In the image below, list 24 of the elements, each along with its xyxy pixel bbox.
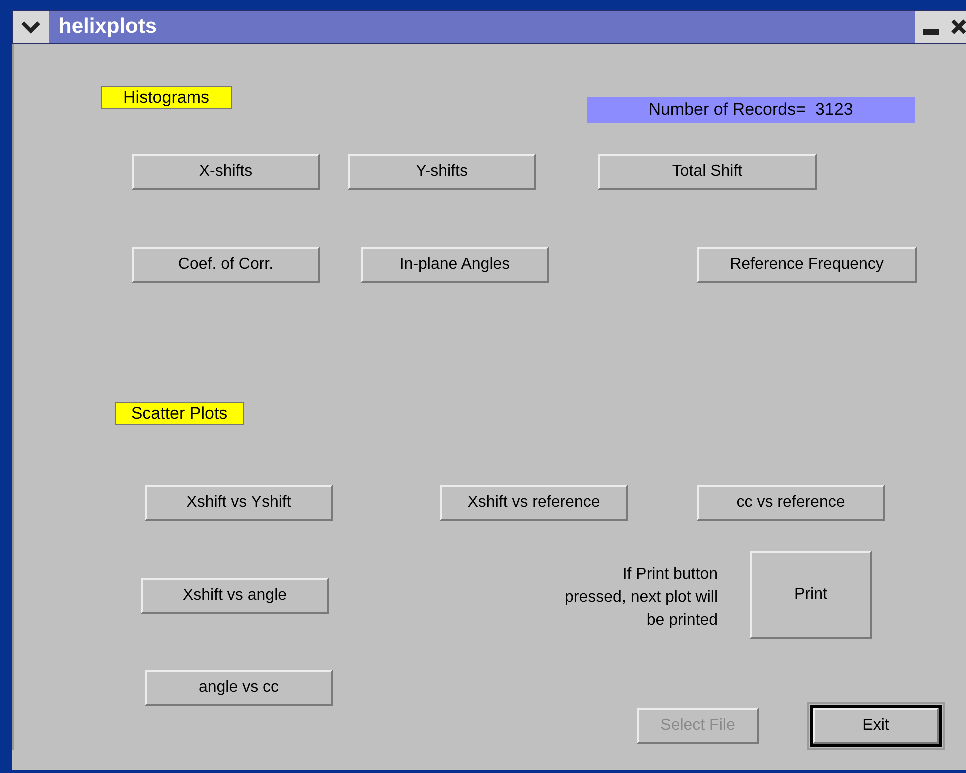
close-button[interactable]	[947, 11, 966, 43]
window-title: helixplots	[58, 14, 158, 40]
chevron-down-icon	[21, 20, 41, 34]
plot-button[interactable]: In-plane Angles	[361, 247, 549, 283]
plot-button[interactable]: cc vs reference	[697, 485, 885, 521]
window-menu-button[interactable]	[13, 11, 49, 43]
plot-button[interactable]: Xshift vs angle	[141, 578, 329, 614]
record-count: Number of Records= 3123	[587, 97, 915, 123]
exit-button[interactable]: Exit	[813, 708, 939, 744]
minimize-button[interactable]	[915, 11, 947, 43]
plot-button[interactable]: Xshift vs reference	[440, 485, 628, 521]
section-label: Histograms	[101, 86, 232, 109]
print-button[interactable]: Print	[750, 551, 872, 639]
plot-button[interactable]: X-shifts	[132, 154, 320, 190]
section-label: Scatter Plots	[115, 402, 244, 425]
plot-button[interactable]: Total Shift	[598, 154, 817, 190]
print-note: If Print button pressed, next plot will be printed	[564, 565, 718, 631]
plot-button[interactable]: angle vs cc	[145, 670, 333, 706]
close-icon	[951, 19, 966, 35]
plot-button[interactable]: Reference Frequency	[697, 247, 917, 283]
plot-button[interactable]: Xshift vs Yshift	[145, 485, 333, 521]
minimize-icon	[923, 29, 939, 35]
plot-button[interactable]: Coef. of Corr.	[132, 247, 320, 283]
plot-button[interactable]: Y-shifts	[348, 154, 536, 190]
